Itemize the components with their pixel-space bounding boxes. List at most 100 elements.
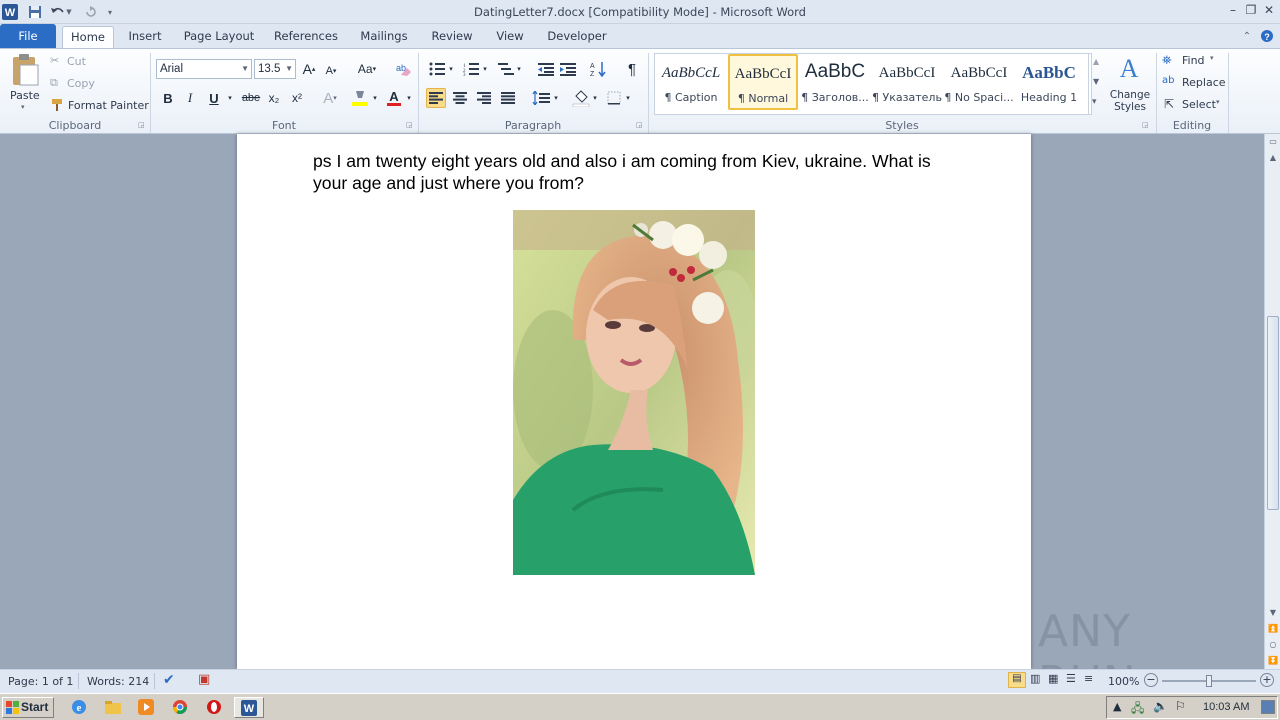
sort-button[interactable]: AZ bbox=[589, 59, 609, 79]
tab-review[interactable]: Review bbox=[426, 26, 478, 48]
outline-view-icon[interactable]: ☰ bbox=[1066, 672, 1076, 685]
replace-button[interactable]: ab Replace bbox=[1162, 75, 1228, 93]
align-left-button[interactable] bbox=[426, 88, 446, 108]
styles-scroll-up-icon[interactable]: ▲ bbox=[1093, 57, 1099, 66]
line-spacing-button[interactable] bbox=[531, 88, 551, 108]
scroll-up-icon[interactable]: ▲ bbox=[1265, 150, 1280, 166]
increase-indent-button[interactable] bbox=[558, 59, 578, 79]
restore-button[interactable]: ❐ bbox=[1244, 3, 1258, 17]
show-hide-marks-button[interactable]: ¶ bbox=[622, 59, 642, 79]
styles-scroll-down-icon[interactable]: ▼ bbox=[1093, 77, 1099, 86]
paste-button[interactable]: Paste ▾ bbox=[8, 53, 42, 111]
tab-mailings[interactable]: Mailings bbox=[354, 26, 414, 48]
document-text[interactable]: ps I am twenty eight years old and also … bbox=[313, 150, 973, 194]
tab-developer[interactable]: Developer bbox=[542, 26, 612, 48]
network-icon[interactable]: 🖧 bbox=[1131, 699, 1144, 720]
clock[interactable]: 10:03 AM bbox=[1203, 701, 1249, 713]
align-center-button[interactable] bbox=[450, 88, 470, 108]
zoom-slider-thumb[interactable] bbox=[1206, 675, 1212, 687]
minimize-button[interactable]: – bbox=[1226, 3, 1240, 17]
style-no-spacing[interactable]: AaBbCcI ¶ No Spaci... bbox=[944, 55, 1014, 111]
close-button[interactable]: ✕ bbox=[1262, 3, 1276, 17]
font-color-button[interactable]: A bbox=[384, 88, 404, 108]
styles-more-icon[interactable]: ▾ bbox=[1092, 97, 1097, 107]
multilevel-list-button[interactable] bbox=[496, 59, 516, 79]
show-hidden-icons-icon[interactable]: ▲ bbox=[1113, 700, 1121, 713]
bullets-button[interactable] bbox=[427, 59, 447, 79]
zoom-level[interactable]: 100% bbox=[1108, 675, 1139, 688]
style-normal[interactable]: AaBbCcI ¶ Normal bbox=[728, 54, 798, 110]
chrome-icon[interactable] bbox=[171, 698, 189, 716]
highlight-dropdown-icon[interactable]: ▾ bbox=[370, 88, 380, 108]
style-index[interactable]: AaBbCcI ¶ Указатель bbox=[872, 55, 942, 111]
bold-button[interactable]: B bbox=[158, 88, 178, 108]
font-color-dropdown-icon[interactable]: ▾ bbox=[404, 88, 414, 108]
page-count[interactable]: Page: 1 of 1 bbox=[8, 675, 73, 688]
shading-dropdown-icon[interactable]: ▾ bbox=[590, 88, 600, 108]
shrink-font-button[interactable]: A ▾ bbox=[321, 61, 341, 81]
borders-dropdown-icon[interactable]: ▾ bbox=[623, 88, 633, 108]
tab-file[interactable]: File bbox=[0, 24, 56, 48]
ie-icon[interactable]: e bbox=[70, 698, 88, 716]
proofing-icon[interactable]: ✔ bbox=[163, 672, 175, 688]
numbering-button[interactable]: 123 bbox=[461, 59, 481, 79]
highlight-button[interactable] bbox=[350, 88, 370, 108]
web-layout-view-icon[interactable]: ▦ bbox=[1048, 672, 1058, 685]
change-case-button[interactable]: Aa ▾ bbox=[354, 59, 380, 79]
action-center-flag-icon[interactable]: ⚐ bbox=[1175, 699, 1186, 713]
align-right-button[interactable] bbox=[474, 88, 494, 108]
taskbar-word-button[interactable]: W bbox=[234, 697, 264, 718]
copy-button[interactable]: ⧉ Copy bbox=[50, 76, 110, 92]
folder-icon[interactable] bbox=[104, 698, 122, 716]
bullets-dropdown-icon[interactable]: ▾ bbox=[446, 59, 456, 79]
zoom-out-icon[interactable]: − bbox=[1144, 673, 1158, 687]
multilevel-dropdown-icon[interactable]: ▾ bbox=[514, 59, 524, 79]
font-launcher-icon[interactable]: ◲ bbox=[406, 121, 414, 129]
next-page-icon[interactable]: ⏬ bbox=[1265, 653, 1280, 669]
clipboard-launcher-icon[interactable]: ◲ bbox=[138, 121, 146, 129]
tab-insert[interactable]: Insert bbox=[122, 26, 168, 48]
italic-button[interactable]: I bbox=[180, 88, 200, 108]
line-spacing-dropdown-icon[interactable]: ▾ bbox=[551, 88, 561, 108]
borders-button[interactable] bbox=[604, 88, 624, 108]
zoom-in-icon[interactable]: + bbox=[1260, 673, 1274, 687]
justify-button[interactable] bbox=[498, 88, 518, 108]
help-icon[interactable]: ? bbox=[1258, 27, 1276, 45]
tab-page-layout[interactable]: Page Layout bbox=[180, 26, 258, 48]
ruler-toggle-icon[interactable]: ▭ bbox=[1265, 134, 1280, 150]
format-painter-button[interactable]: Format Painter bbox=[50, 98, 149, 114]
tab-view[interactable]: View bbox=[490, 26, 530, 48]
print-layout-view-icon[interactable]: ▤ bbox=[1008, 672, 1026, 688]
word-count[interactable]: Words: 214 bbox=[87, 675, 149, 688]
underline-button[interactable]: U bbox=[204, 88, 224, 108]
text-effects-button[interactable]: A ▾ bbox=[320, 88, 340, 108]
tab-references[interactable]: References bbox=[270, 26, 342, 48]
clear-formatting-button[interactable]: ab bbox=[394, 59, 414, 79]
start-button[interactable]: Start bbox=[2, 697, 54, 718]
tab-home[interactable]: Home bbox=[62, 26, 114, 48]
find-button[interactable]: ⛯ Find ▾ bbox=[1162, 53, 1228, 71]
strikethrough-button[interactable]: abe bbox=[240, 88, 262, 108]
superscript-button[interactable]: x² bbox=[287, 88, 307, 108]
font-size-select[interactable]: 13.5 ▼ bbox=[254, 59, 296, 79]
select-button[interactable]: ⇱ Select ▾ bbox=[1162, 97, 1228, 115]
styles-launcher-icon[interactable]: ◲ bbox=[1142, 121, 1150, 129]
full-screen-view-icon[interactable]: ▥ bbox=[1030, 672, 1040, 685]
previous-page-icon[interactable]: ⏫ bbox=[1265, 621, 1280, 637]
font-family-select[interactable]: Arial ▼ bbox=[156, 59, 252, 79]
cut-button[interactable]: ✂ Cut bbox=[50, 54, 110, 70]
show-desktop-icon[interactable] bbox=[1261, 700, 1275, 714]
style-caption[interactable]: AaBbCcL ¶ Caption bbox=[656, 55, 726, 111]
draft-view-icon[interactable]: ≡ bbox=[1084, 672, 1093, 685]
underline-dropdown-icon[interactable]: ▾ bbox=[225, 88, 235, 108]
style-heading-1[interactable]: AaBbC Heading 1 bbox=[1016, 55, 1082, 111]
change-styles-button[interactable]: A Change Styles bbox=[1106, 53, 1152, 115]
browse-object-icon[interactable]: ○ bbox=[1265, 637, 1280, 653]
embedded-photo[interactable] bbox=[513, 210, 755, 575]
minimize-ribbon-icon[interactable]: ⌃ bbox=[1238, 27, 1256, 45]
macro-record-icon[interactable]: ▣ bbox=[198, 672, 210, 687]
vertical-scrollbar[interactable]: ▭ ▲ ▼ ⏫ ○ ⏬ bbox=[1264, 134, 1280, 669]
numbering-dropdown-icon[interactable]: ▾ bbox=[480, 59, 490, 79]
decrease-indent-button[interactable] bbox=[536, 59, 556, 79]
media-player-icon[interactable] bbox=[137, 698, 155, 716]
